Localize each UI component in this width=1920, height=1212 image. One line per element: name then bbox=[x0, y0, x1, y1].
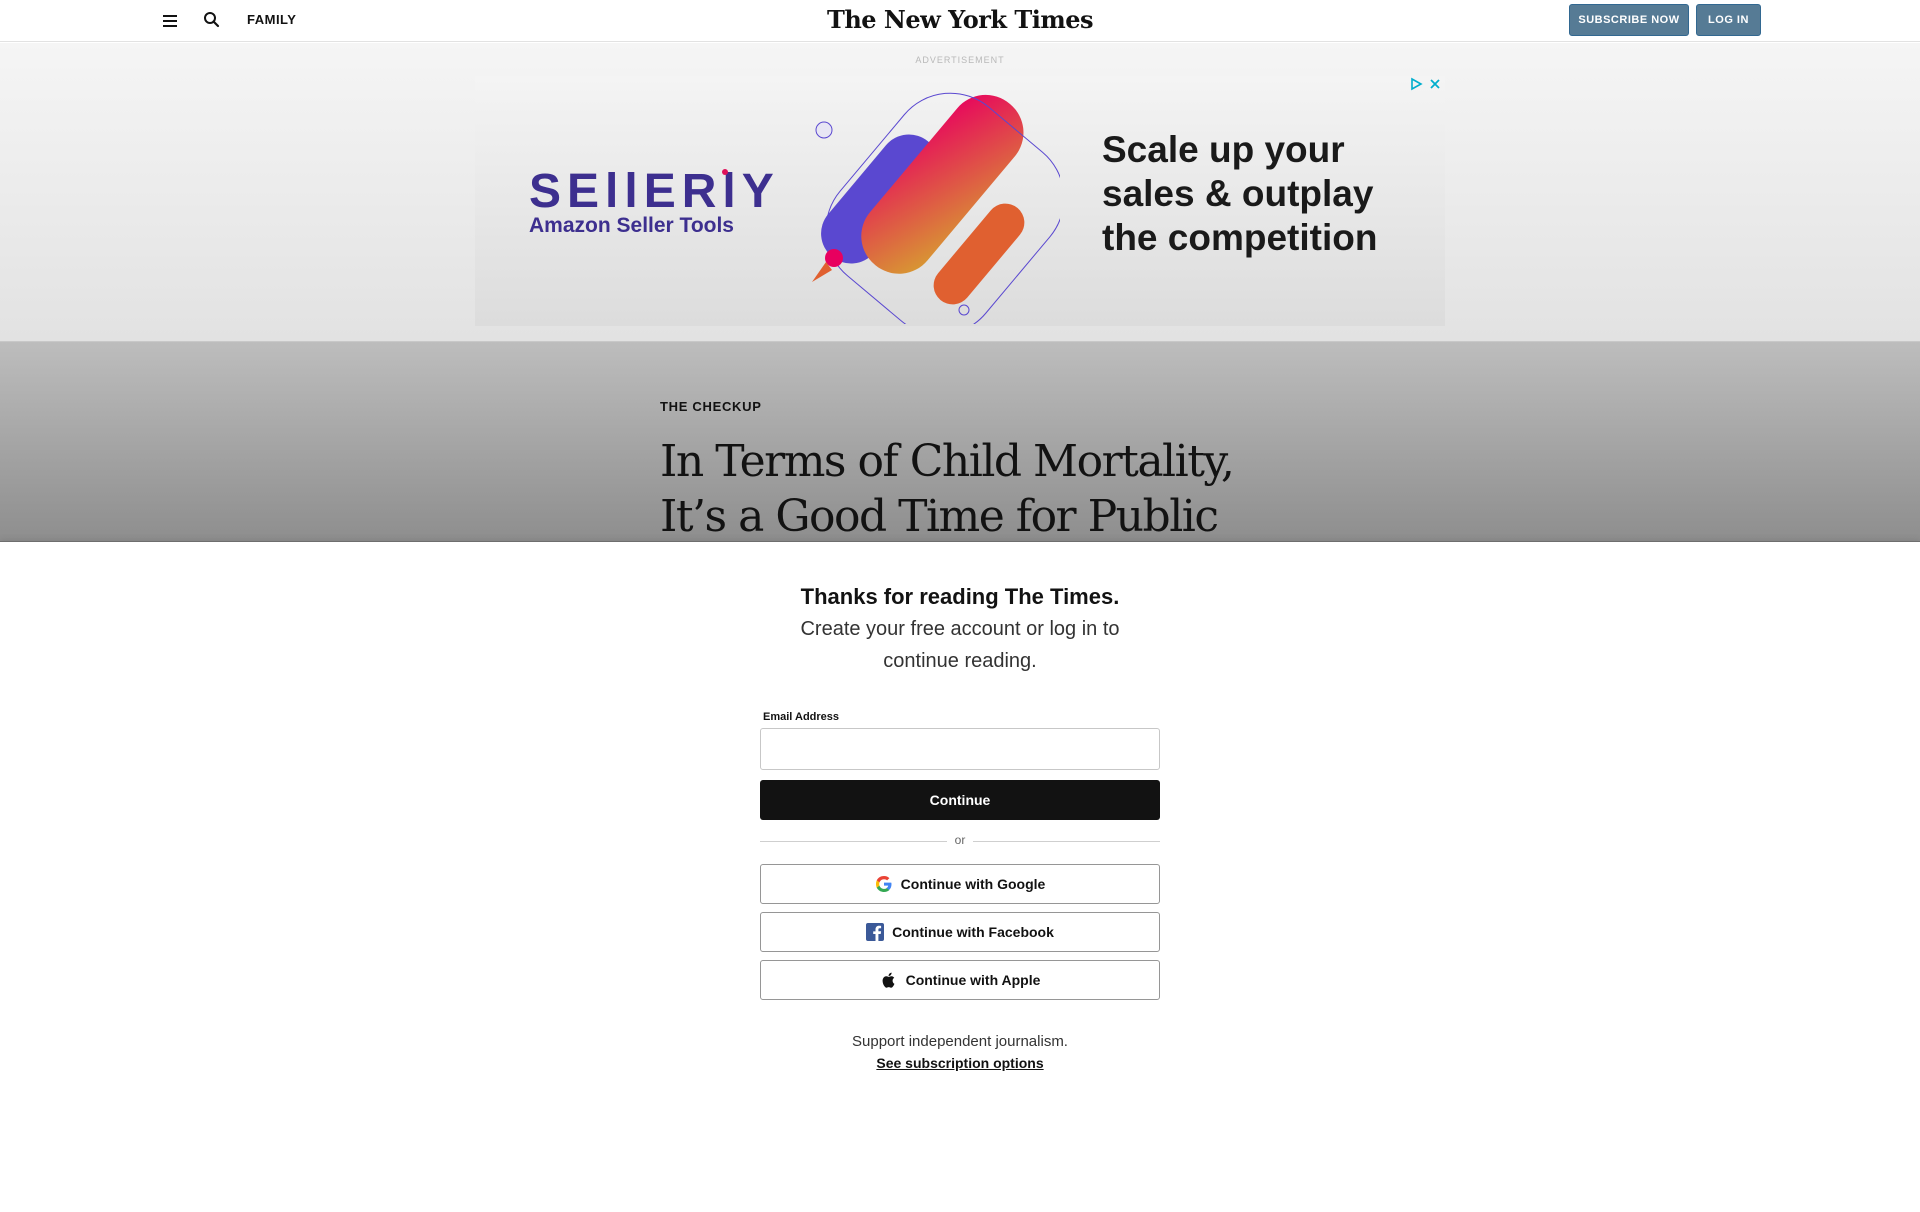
continue-button[interactable]: Continue bbox=[760, 780, 1160, 820]
regwall-title: Thanks for reading The Times. bbox=[800, 584, 1120, 609]
nyt-logo[interactable]: The New York Times bbox=[827, 5, 1094, 34]
article-kicker[interactable]: THE CHECKUP bbox=[660, 399, 762, 414]
subscribe-button[interactable]: SUBSCRIBE NOW bbox=[1569, 4, 1689, 36]
ad-brand-logo: SEllERlY bbox=[529, 165, 780, 218]
google-button-label: Continue with Google bbox=[900, 876, 1046, 892]
ad-label: ADVERTISEMENT bbox=[915, 55, 1005, 65]
email-label: Email Address bbox=[763, 711, 840, 723]
support-text: Support independent journalism. bbox=[852, 1033, 1068, 1050]
ad-illustration bbox=[812, 92, 1060, 324]
ad-banner[interactable]: SEllERlY Amazon Seller Tools Scale up yo… bbox=[475, 76, 1445, 326]
google-icon bbox=[875, 876, 892, 892]
ad-brand-tagline: Amazon Seller Tools bbox=[529, 214, 734, 237]
ad-brand-dot bbox=[722, 169, 728, 175]
divider-text: or bbox=[954, 833, 966, 847]
hamburger-menu-icon[interactable] bbox=[160, 12, 180, 30]
email-input[interactable] bbox=[760, 728, 1160, 770]
registration-wall: Thanks for reading The Times. Create you… bbox=[0, 541, 1920, 1212]
apple-icon bbox=[882, 972, 894, 988]
continue-with-apple-button[interactable]: Continue with Apple bbox=[760, 960, 1160, 1000]
apple-button-label: Continue with Apple bbox=[905, 972, 1041, 988]
top-navigation: FAMILY The New York Times SUBSCRIBE NOW … bbox=[0, 0, 1920, 42]
ad-choices-icon[interactable] bbox=[1409, 77, 1443, 91]
regwall-subtitle: Create your free account or log in to co… bbox=[800, 618, 1120, 672]
login-button[interactable]: LOG IN bbox=[1696, 4, 1761, 36]
divider-right bbox=[973, 841, 1160, 842]
search-icon[interactable] bbox=[202, 10, 222, 30]
ad-headline: Scale up your sales & outplay the compet… bbox=[1102, 129, 1378, 258]
facebook-icon bbox=[866, 923, 885, 941]
facebook-button-label: Continue with Facebook bbox=[892, 924, 1054, 940]
continue-with-facebook-button[interactable]: Continue with Facebook bbox=[760, 912, 1160, 952]
continue-with-google-button[interactable]: Continue with Google bbox=[760, 864, 1160, 904]
subscription-options-link[interactable]: See subscription options bbox=[876, 1055, 1043, 1071]
section-name-link[interactable]: FAMILY bbox=[247, 12, 296, 27]
